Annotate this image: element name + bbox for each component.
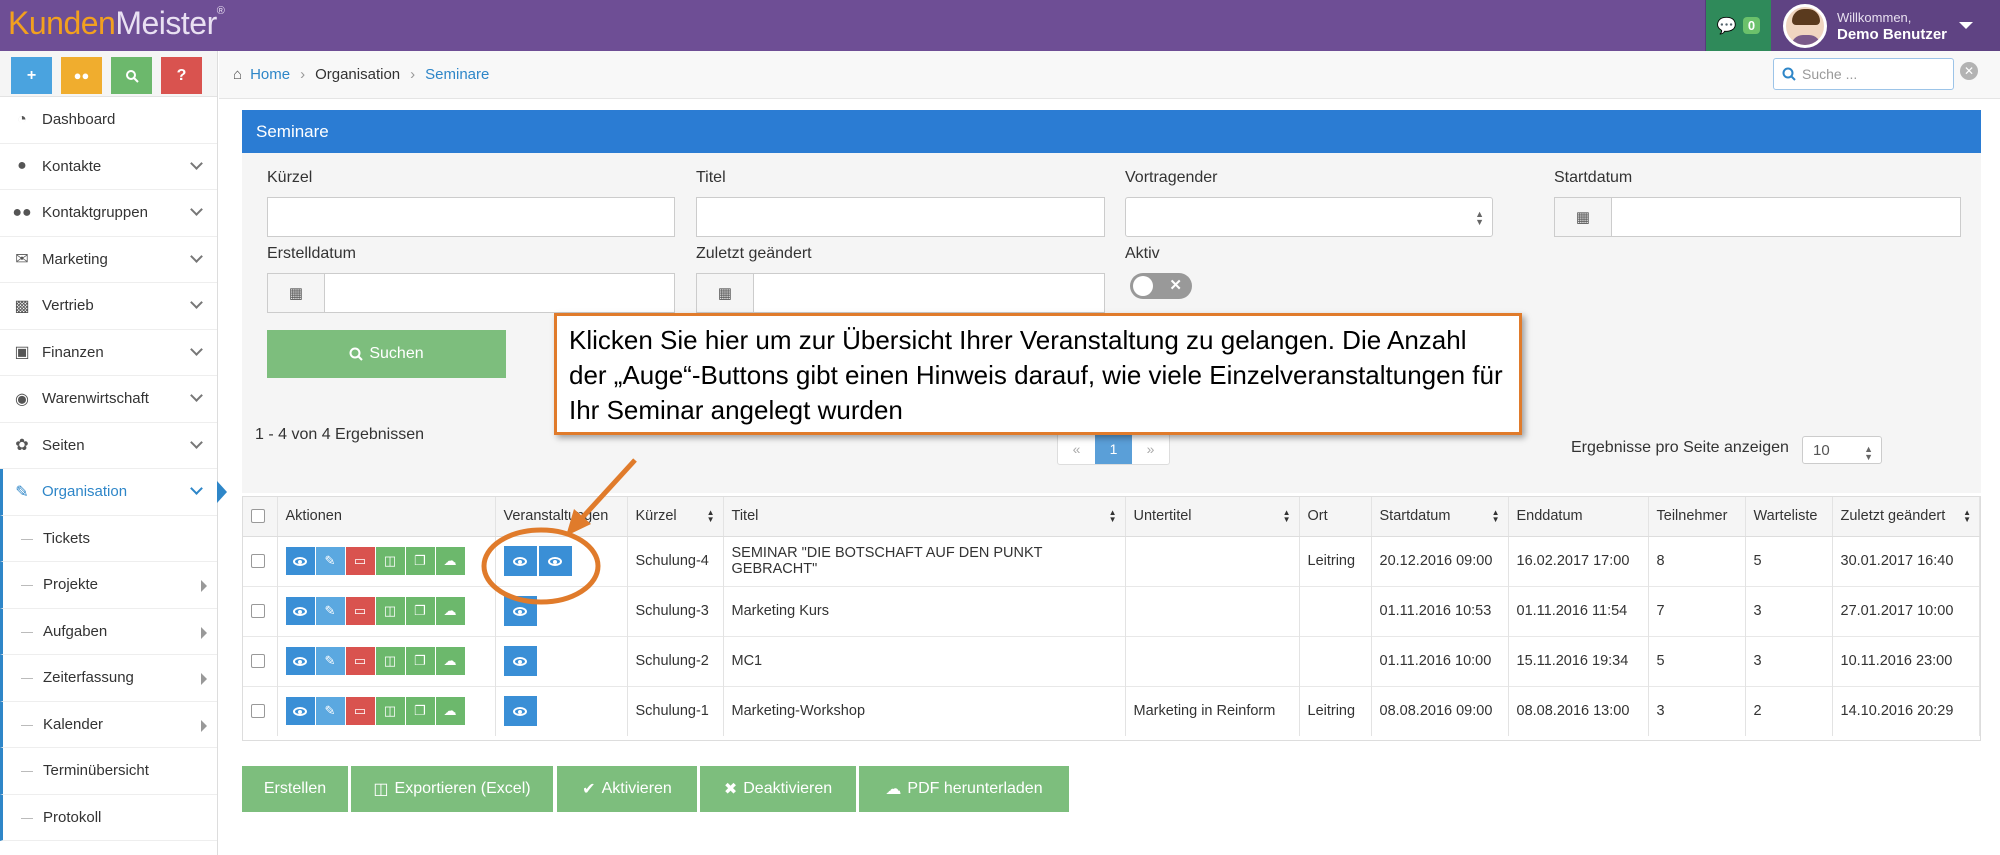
highlight-ellipse xyxy=(481,527,601,605)
annotation-arrow-line xyxy=(580,458,637,520)
annotation-callout: Klicken Sie hier um zur Übersicht Ihrer … xyxy=(554,313,1522,435)
